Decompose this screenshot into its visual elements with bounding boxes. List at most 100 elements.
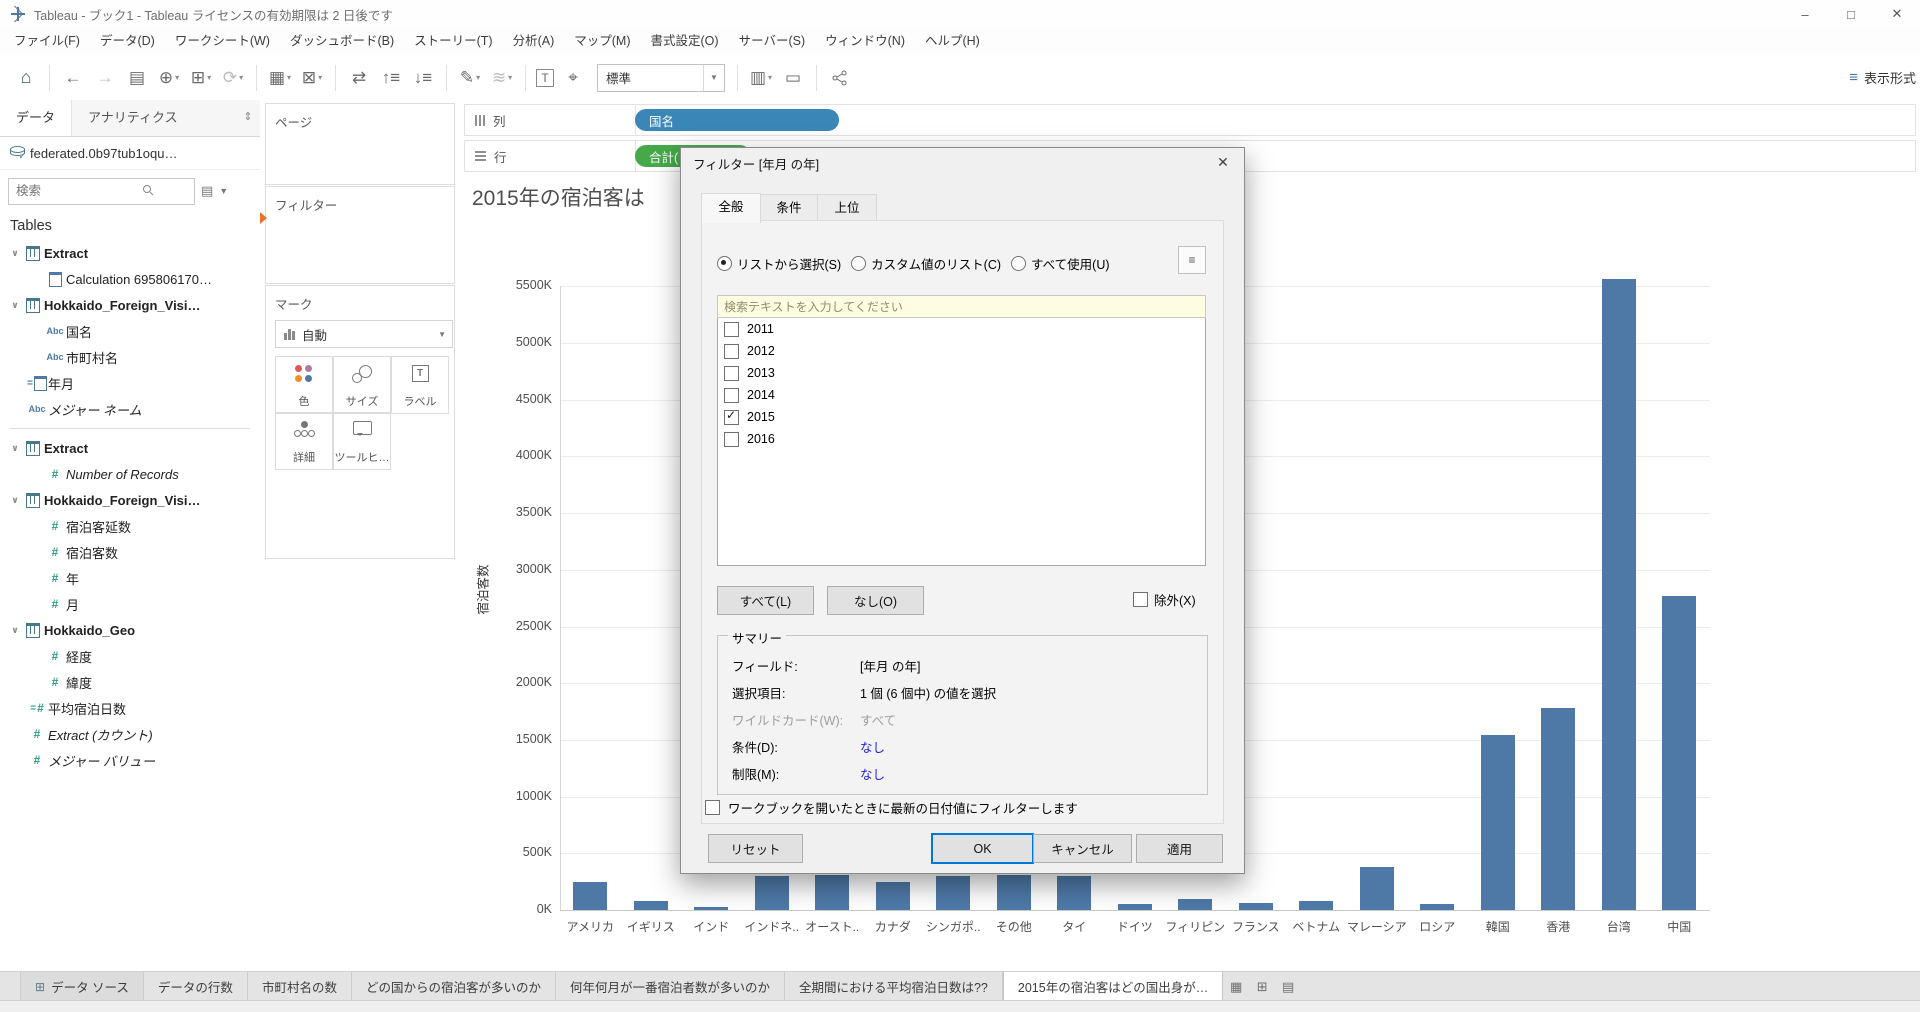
sheet-tab[interactable]: 2015年の宿泊客はどの国出身が…	[1002, 972, 1224, 1001]
year-checkbox-row[interactable]: 2012	[718, 340, 1205, 362]
swap-rows-columns-icon[interactable]: ⇄	[346, 63, 372, 93]
bar-シンガポ..[interactable]	[936, 876, 971, 910]
pages-card[interactable]: ページ	[265, 103, 455, 185]
filters-card[interactable]: フィルター	[265, 186, 455, 284]
bar-香港[interactable]	[1541, 708, 1576, 910]
fit-selector[interactable]: 標準 ▼	[597, 63, 725, 92]
list-view-toggle-icon[interactable]: ≡	[1178, 246, 1206, 274]
bar-マレーシア[interactable]	[1359, 867, 1394, 910]
select-all-button[interactable]: すべて(L)	[717, 586, 814, 615]
redo-icon[interactable]: →	[92, 63, 118, 93]
field-table[interactable]: ∨ Extract	[0, 240, 260, 266]
chevron-down-icon[interactable]: ▼	[219, 186, 228, 196]
field-item[interactable]: Abc 国名	[0, 318, 260, 344]
apply-button[interactable]: 適用	[1136, 834, 1223, 863]
field-item[interactable]: Calculation 695806170…	[0, 266, 260, 292]
share-icon[interactable]	[827, 63, 853, 93]
dialog-title-bar[interactable]: フィルター [年月 の年] ✕	[681, 148, 1244, 178]
dialog-close-icon[interactable]: ✕	[1202, 148, 1244, 177]
columns-shelf[interactable]: 列 国名	[464, 104, 1916, 136]
field-item[interactable]: # 年	[0, 565, 260, 591]
label-button[interactable]: T ラベル	[391, 356, 449, 414]
tooltip-button[interactable]: ツールヒ…	[333, 412, 391, 470]
detail-button[interactable]: 詳細	[275, 412, 333, 470]
mark-type-dropdown[interactable]: 自動 ▼	[275, 320, 453, 348]
undo-icon[interactable]: ←	[60, 63, 86, 93]
sheet-tab[interactable]: どの国からの宿泊客が多いのか	[352, 972, 556, 1001]
menu-item[interactable]: ヘルプ(H)	[915, 28, 990, 55]
presentation-mode-icon[interactable]: ▭	[780, 63, 806, 93]
field-table[interactable]: ∨ Extract	[0, 435, 260, 461]
field-item[interactable]: # Number of Records	[0, 461, 260, 487]
summary-value[interactable]: なし	[860, 764, 885, 783]
new-dashboard-icon[interactable]: ⊞	[1249, 972, 1275, 1001]
menu-item[interactable]: マップ(M)	[564, 28, 640, 55]
menu-item[interactable]: ウィンドウ(N)	[815, 28, 915, 55]
year-checkbox-row[interactable]: 2013	[718, 362, 1205, 384]
new-worksheet-icon[interactable]: ⊞ ▾	[188, 63, 214, 93]
chevron-down-icon[interactable]: ∨	[8, 300, 22, 311]
field-item[interactable]: # 宿泊客数	[0, 539, 260, 565]
year-checkbox-row[interactable]: 2015	[718, 406, 1205, 428]
sheet-tab[interactable]: 全期間における平均宿泊日数は??	[785, 972, 1003, 1001]
radio-option[interactable]: リストから選択(S)	[717, 254, 841, 273]
close-button[interactable]: ✕	[1874, 0, 1920, 28]
year-checkbox-row[interactable]: 2016	[718, 428, 1205, 450]
bar-中国[interactable]	[1662, 596, 1697, 910]
bar-オースト..[interactable]	[815, 875, 850, 910]
highlight-icon[interactable]: ✎ ▾	[457, 63, 483, 93]
field-item[interactable]: # メジャー バリュー	[0, 747, 260, 773]
bar-ベトナム[interactable]	[1299, 901, 1334, 910]
sort-ascending-icon[interactable]: ↑≡	[378, 63, 404, 93]
field-item[interactable]: Abc メジャー ネーム	[0, 396, 260, 422]
dialog-tab-top[interactable]: 上位	[817, 194, 877, 223]
bar-インドネ..[interactable]	[754, 876, 789, 910]
fix-axes-icon[interactable]: ⌖	[560, 63, 586, 93]
ok-button[interactable]: OK	[931, 833, 1034, 864]
bar-ドイツ[interactable]	[1117, 904, 1152, 910]
field-item[interactable]: # Extract (カウント)	[0, 721, 260, 747]
year-checkbox-row[interactable]: 2011	[718, 318, 1205, 340]
show-me-button[interactable]: ≡ 表示形式	[1849, 63, 1916, 91]
dialog-tab-condition[interactable]: 条件	[759, 194, 819, 223]
maximize-button[interactable]: □	[1828, 0, 1874, 28]
sheet-tab[interactable]: 何年何月が一番宿泊者数が多いのか	[556, 972, 785, 1001]
select-none-button[interactable]: なし(O)	[827, 586, 924, 615]
tab-data[interactable]: データ	[0, 100, 72, 136]
radio-option[interactable]: カスタム値のリスト(C)	[851, 254, 1001, 273]
view-as-grid-icon[interactable]: ▤	[201, 183, 213, 199]
field-item[interactable]: Abc 市町村名	[0, 344, 260, 370]
field-table[interactable]: ∨ Hokkaido_Foreign_Visi…	[0, 487, 260, 513]
chevron-down-icon[interactable]: ∨	[8, 625, 22, 636]
sheet-tab[interactable]: データの行数	[144, 972, 248, 1001]
bar-台湾[interactable]	[1601, 279, 1636, 910]
bar-その他[interactable]	[996, 875, 1031, 910]
radio-option[interactable]: すべて使用(U)	[1011, 254, 1110, 273]
field-table[interactable]: ∨ Hokkaido_Geo	[0, 617, 260, 643]
show-hide-cards-icon[interactable]: ▥ ▾	[748, 63, 774, 93]
bar-ロシア[interactable]	[1420, 904, 1455, 910]
bar-アメリカ[interactable]	[573, 882, 608, 910]
exclude-checkbox[interactable]: 除外(X)	[1133, 590, 1196, 609]
chevron-down-icon[interactable]: ∨	[8, 495, 22, 506]
field-item[interactable]: = # 平均宿泊日数	[0, 695, 260, 721]
new-worksheet-icon[interactable]: ▦	[1223, 972, 1249, 1001]
chevron-down-icon[interactable]: ∨	[8, 248, 22, 259]
new-story-icon[interactable]: ▤	[1275, 972, 1301, 1001]
field-item[interactable]: = 年月	[0, 370, 260, 396]
dialog-search-input[interactable]	[717, 295, 1206, 318]
bar-フィリピン[interactable]	[1178, 899, 1213, 910]
minimize-button[interactable]: –	[1782, 0, 1828, 28]
tab-datasource[interactable]: ⊞ データ ソース	[20, 972, 144, 1001]
paperclip-icon[interactable]: ≋ ▾	[489, 63, 515, 93]
bar-イギリス[interactable]	[633, 901, 668, 910]
bar-カナダ[interactable]	[875, 882, 910, 910]
chevron-down-icon[interactable]: ∨	[8, 443, 22, 454]
sort-descending-icon[interactable]: ↓≡	[410, 63, 436, 93]
menu-item[interactable]: ストーリー(T)	[404, 28, 502, 55]
sheet-tab[interactable]: 市町村名の数	[248, 972, 352, 1001]
duplicate-sheet-icon[interactable]: ▦ ▾	[267, 63, 293, 93]
color-button[interactable]: 色	[275, 356, 333, 414]
menu-item[interactable]: ファイル(F)	[4, 28, 90, 55]
field-item[interactable]: # 月	[0, 591, 260, 617]
